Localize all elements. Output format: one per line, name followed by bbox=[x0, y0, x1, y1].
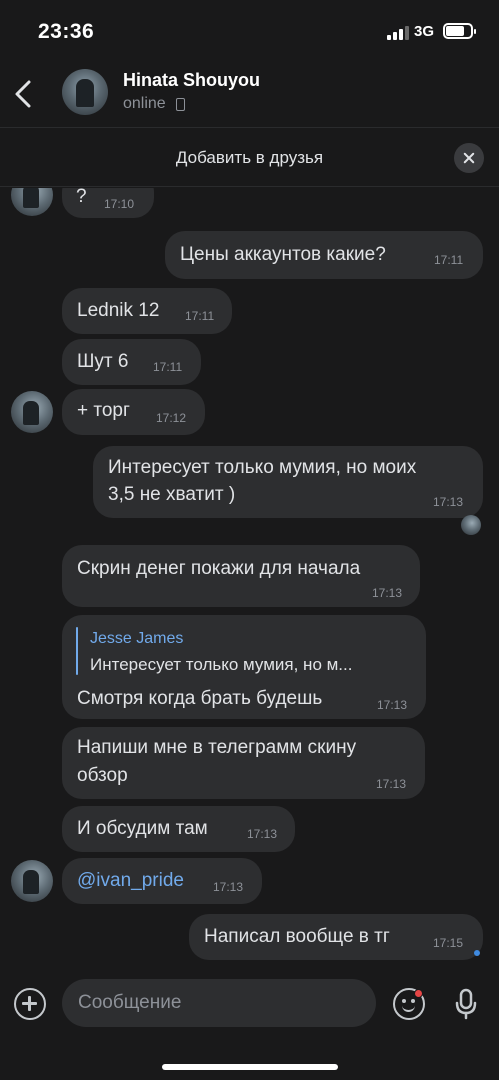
contact-avatar[interactable] bbox=[62, 69, 108, 115]
sender-avatar[interactable] bbox=[11, 188, 53, 216]
reply-indicator bbox=[76, 627, 78, 675]
add-friend-bar: Добавить в друзья bbox=[0, 129, 499, 187]
message-time: 17:11 bbox=[434, 253, 464, 267]
plus-circle-icon[interactable] bbox=[14, 988, 46, 1020]
message-time: 17:15 bbox=[433, 936, 464, 950]
message-bubble[interactable]: Lednik 12 17:11 bbox=[62, 288, 232, 334]
mobile-phone-icon bbox=[176, 98, 185, 111]
message-time: 17:13 bbox=[213, 880, 244, 894]
microphone-icon[interactable] bbox=[452, 986, 480, 1022]
message-text: Скрин денег покажи для начала bbox=[77, 558, 361, 579]
message-bubble[interactable]: Написал вообще в тг 17:15 bbox=[189, 914, 483, 960]
message-text-line-2: 3,5 не хватит ) bbox=[108, 484, 236, 505]
battery-icon bbox=[443, 23, 476, 39]
message-text-line-1: Интересует только мумия, но моих bbox=[108, 457, 417, 478]
message-bubble[interactable]: Интересует только мумия, но моих 3,5 не … bbox=[93, 446, 483, 518]
read-receipt-avatar bbox=[461, 515, 481, 535]
sender-avatar[interactable] bbox=[11, 860, 53, 902]
message-text: Lednik 12 bbox=[77, 300, 160, 321]
message-input[interactable] bbox=[62, 979, 376, 1027]
status-bar: 23:36 3G bbox=[0, 0, 499, 60]
unread-indicator bbox=[474, 950, 480, 956]
home-indicator bbox=[162, 1064, 338, 1070]
message-bubble[interactable]: И обсудим там 17:13 bbox=[62, 806, 295, 852]
contact-name[interactable]: Hinata Shouyou bbox=[123, 70, 260, 91]
message-bubble[interactable]: Шут 6 17:11 bbox=[62, 339, 201, 385]
message-text: ? bbox=[76, 188, 87, 207]
message-text: + торг bbox=[77, 400, 130, 421]
message-text: Смотря когда брать будешь bbox=[77, 688, 323, 709]
message-time: 17:11 bbox=[153, 360, 183, 374]
message-list[interactable]: ? 17:10 Цены аккаунтов какие? 17:11 Ledn… bbox=[0, 188, 499, 978]
message-time: 17:10 bbox=[104, 197, 135, 211]
message-time: 17:13 bbox=[433, 495, 464, 509]
reply-message-bubble[interactable]: Jesse James Интересует только мумия, но … bbox=[62, 615, 426, 719]
message-bubble[interactable]: Цены аккаунтов какие? 17:11 bbox=[165, 231, 483, 279]
message-bubble[interactable]: + торг 17:12 bbox=[62, 389, 205, 435]
reply-quote[interactable]: Интересует только мумия, но м... bbox=[90, 655, 352, 675]
notification-dot bbox=[414, 989, 423, 998]
message-text-line-1: Напиши мне в телеграмм скину bbox=[77, 737, 357, 758]
message-bubble[interactable]: Скрин денег покажи для начала 17:13 bbox=[62, 545, 420, 607]
message-text-line-2: обзор bbox=[77, 765, 128, 786]
message-bubble[interactable]: Напиши мне в телеграмм скину обзор 17:13 bbox=[62, 727, 425, 799]
signal-icon bbox=[387, 26, 409, 40]
add-friend-button[interactable]: Добавить в друзья bbox=[0, 148, 499, 168]
network-type: 3G bbox=[414, 23, 435, 40]
message-time: 17:12 bbox=[156, 411, 187, 425]
contact-status: online bbox=[123, 95, 166, 112]
message-text: И обсудим там bbox=[77, 818, 208, 839]
sender-avatar[interactable] bbox=[11, 391, 53, 433]
chat-header: Hinata Shouyou online bbox=[0, 60, 499, 128]
chevron-left-icon bbox=[15, 80, 31, 108]
message-bubble[interactable]: @ivan_pride 17:13 bbox=[62, 858, 262, 904]
message-time: 17:13 bbox=[372, 586, 403, 600]
mention-link[interactable]: @ivan_pride bbox=[77, 870, 184, 892]
message-text: Шут 6 bbox=[77, 351, 129, 372]
message-time: 17:13 bbox=[376, 777, 407, 791]
message-text: Цены аккаунтов какие? bbox=[180, 244, 386, 265]
microphone-glyph bbox=[455, 988, 477, 1020]
status-time: 23:36 bbox=[38, 20, 95, 43]
back-button[interactable] bbox=[10, 76, 38, 112]
message-time: 17:13 bbox=[247, 827, 278, 841]
message-time: 17:11 bbox=[185, 309, 215, 323]
message-time: 17:13 bbox=[377, 698, 408, 712]
message-bubble[interactable]: ? 17:10 bbox=[62, 188, 154, 218]
close-icon[interactable] bbox=[454, 143, 484, 173]
reply-author[interactable]: Jesse James bbox=[90, 630, 183, 648]
message-text: Написал вообще в тг bbox=[204, 926, 390, 947]
